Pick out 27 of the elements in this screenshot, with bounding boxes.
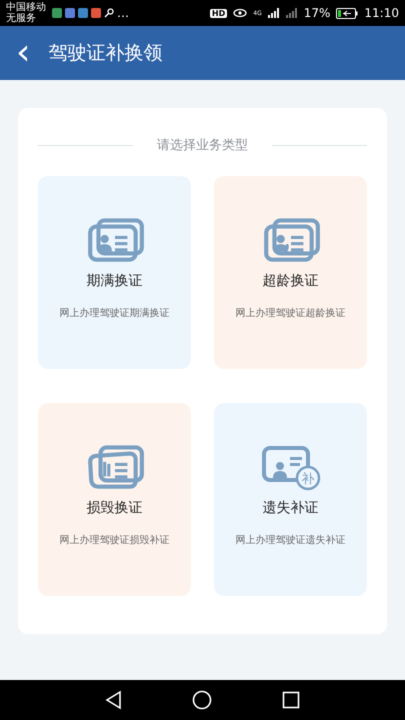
page-title: 驾驶证补换领 <box>48 41 162 66</box>
battery-icon <box>336 8 358 18</box>
home-nav-icon[interactable] <box>192 690 212 710</box>
service-tile[interactable]: 损毁换证 网上办理驾驶证损毁补证 <box>38 403 191 596</box>
section-title: 请选择业务类型 <box>157 137 248 154</box>
service-tile[interactable]: 补 遗失补证 网上办理驾驶证遗失补证 <box>214 403 367 596</box>
hd-indicator: HD <box>210 8 228 18</box>
service-tile[interactable]: 超龄换证 网上办理驾驶证超龄换证 <box>214 176 367 369</box>
tile-title: 超龄换证 <box>262 272 318 290</box>
service-status: 无服务 <box>6 13 37 24</box>
tile-description: 网上办理驾驶证损毁补证 <box>60 534 170 547</box>
tile-description: 网上办理驾驶证超龄换证 <box>236 306 346 320</box>
service-tile[interactable]: 期满换证 网上办理驾驶证期满换证 <box>38 176 191 369</box>
back-button[interactable]: ‹ <box>12 35 34 71</box>
carrier-name: 中国移动 <box>6 2 46 13</box>
tile-title: 损毁换证 <box>86 499 142 517</box>
tile-title: 期满换证 <box>86 272 142 290</box>
battery-percent: 17% <box>304 6 330 20</box>
tile-description: 网上办理驾驶证遗失补证 <box>236 534 346 547</box>
signal-icon <box>286 8 298 18</box>
eye-icon <box>233 8 248 18</box>
more-notifications: … <box>117 6 129 20</box>
tile-title: 遗失补证 <box>262 499 318 517</box>
tile-description: 网上办理驾驶证期满换证 <box>60 306 170 320</box>
clock: 11:10 <box>364 6 399 20</box>
recents-nav-icon[interactable] <box>280 690 301 710</box>
signal-icon <box>268 8 280 18</box>
